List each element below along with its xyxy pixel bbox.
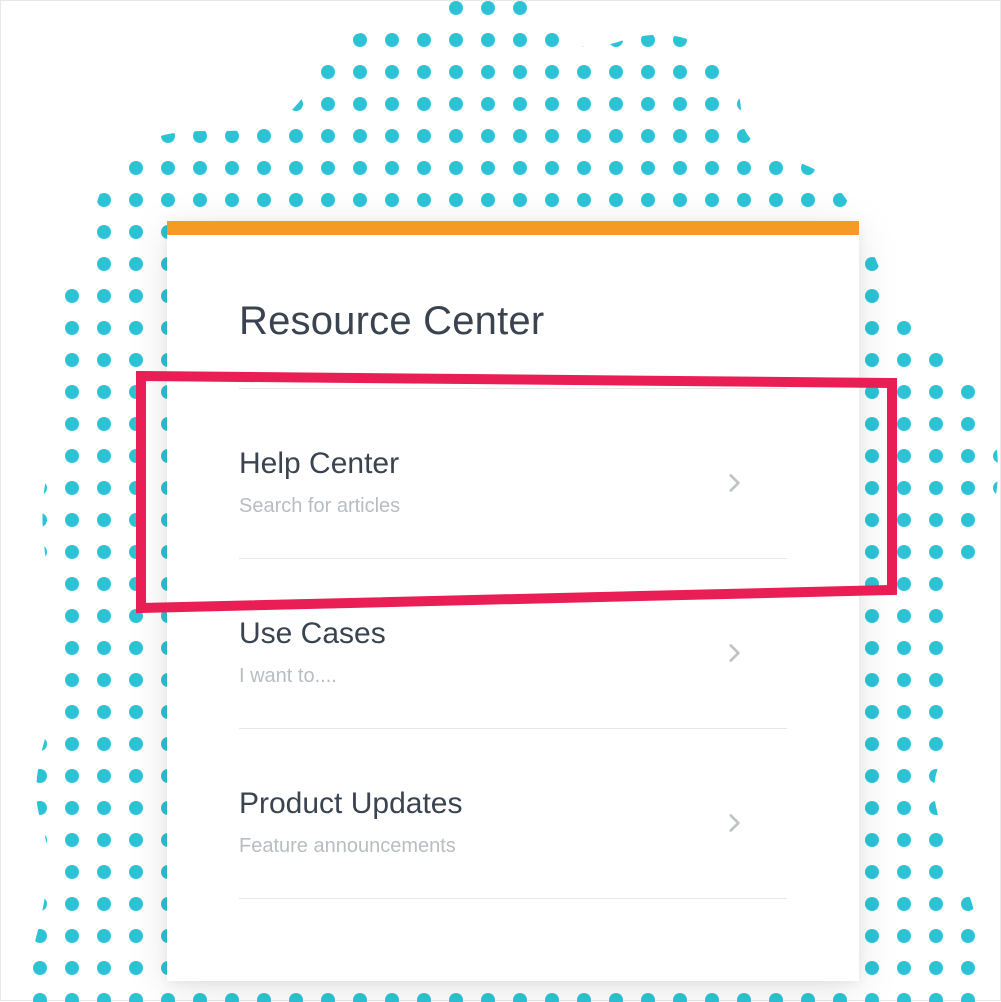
- chevron-right-icon: [721, 640, 747, 666]
- menu-item-title: Product Updates: [239, 787, 462, 821]
- panel-title: Resource Center: [239, 299, 787, 344]
- menu-item-subtitle: Feature announcements: [239, 835, 462, 858]
- menu-item-product-updates[interactable]: Product Updates Feature announcements: [239, 728, 787, 899]
- menu-item-title: Use Cases: [239, 617, 386, 651]
- resource-center-panel: Resource Center Help Center Search for a…: [167, 221, 859, 981]
- chevron-right-icon: [721, 470, 747, 496]
- panel-accent-bar: [167, 221, 859, 235]
- chevron-right-icon: [721, 810, 747, 836]
- menu-item-use-cases[interactable]: Use Cases I want to....: [239, 558, 787, 728]
- menu-item-subtitle: I want to....: [239, 665, 386, 688]
- menu-item-subtitle: Search for articles: [239, 495, 400, 518]
- menu-item-help-center[interactable]: Help Center Search for articles: [239, 388, 787, 558]
- menu-item-title: Help Center: [239, 447, 400, 481]
